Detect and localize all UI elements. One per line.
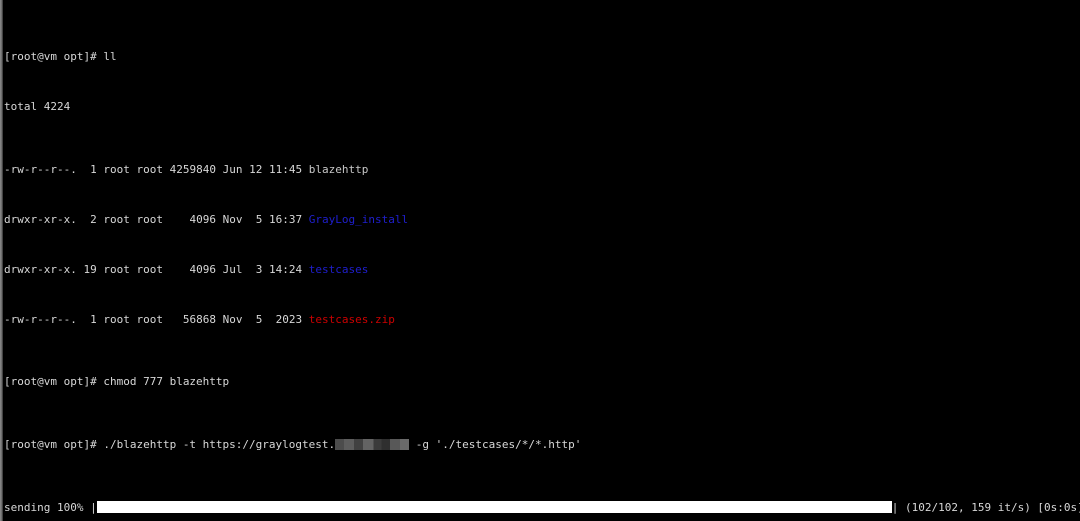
file-links: 1 [90, 312, 97, 326]
file-month: Nov [222, 312, 243, 326]
listing-total: total 4224 [4, 100, 71, 113]
shell-prompt: [root@vm opt]# [4, 375, 97, 388]
file-time: 14:24 [268, 262, 303, 276]
file-group: root [136, 162, 163, 176]
file-group: root [136, 212, 163, 226]
file-month: Jul [222, 262, 243, 276]
archive-name[interactable]: testcases.zip [309, 313, 395, 326]
file-day: 12 [249, 162, 263, 176]
command-text-chmod: chmod 777 blazehttp [103, 375, 230, 388]
list-item: -rw-r--r--. 1 root root 56868 Nov 5 2023… [4, 312, 1076, 327]
directory-name[interactable]: GrayLog_install [309, 213, 408, 226]
file-name: blazehttp [308, 162, 369, 176]
progress-label: sending 100% [4, 501, 84, 514]
file-size: 4259840 [169, 162, 216, 176]
file-owner: root [103, 262, 130, 276]
terminal-scrollbar[interactable] [0, 0, 3, 521]
command-line-blazehttp: [root@vm opt]# ./blazehttp -t https://gr… [4, 437, 1076, 452]
file-group: root [136, 312, 163, 326]
list-item: drwxr-xr-x. 19 root root 4096 Jul 3 14:2… [4, 262, 1076, 277]
command-line-chmod: [root@vm opt]# chmod 777 blazehttp [4, 375, 1076, 389]
command-text-blazehttp-suffix: -g './testcases/*/*.http' [409, 437, 582, 451]
file-group: root [136, 262, 163, 276]
shell-prompt: [root@vm opt]# [4, 437, 97, 451]
file-perms: -rw-r--r--. [4, 312, 77, 326]
file-size: 4096 [189, 212, 216, 226]
progress-bar-row: sending 100% | | (102/102, 159 it/s) [0s:… [4, 501, 1080, 514]
file-owner: root [103, 312, 130, 326]
file-links: 19 [83, 262, 97, 276]
command-text-ll: ll [103, 50, 117, 63]
file-owner: root [103, 212, 130, 226]
file-month: Jun [222, 162, 243, 176]
progress-counter: (102/102, 159 it/s) [0s:0s] [904, 501, 1080, 514]
file-time: 16:37 [268, 212, 303, 226]
directory-name[interactable]: testcases [309, 263, 369, 276]
file-size: 56868 [182, 312, 216, 326]
terminal-output: [root@vm opt]# ll total 4224 -rw-r--r--.… [4, 1, 1080, 521]
list-item: -rw-r--r--. 1 root root 4259840 Jun 12 1… [4, 162, 1076, 177]
file-time: 2023 [275, 312, 303, 326]
file-time: 11:45 [268, 162, 303, 176]
file-perms: -rw-r--r--. [4, 162, 77, 176]
file-owner: root [103, 162, 130, 176]
redacted-hostname-block [335, 438, 410, 450]
progress-bar-fill [96, 501, 892, 513]
shell-prompt: [root@vm opt]# [4, 50, 97, 63]
command-text-blazehttp: ./blazehttp -t https://graylogtest. [103, 437, 336, 451]
terminal-window[interactable]: [root@vm opt]# ll total 4224 -rw-r--r--.… [0, 0, 1080, 521]
file-perms: drwxr-xr-x. [4, 262, 77, 276]
file-links: 1 [90, 162, 97, 176]
file-month: Nov [222, 212, 243, 226]
file-size: 4096 [189, 262, 216, 276]
progress-bracket-open: | [90, 501, 97, 514]
file-links: 2 [90, 212, 97, 226]
command-line-ll: [root@vm opt]# ll [4, 50, 1076, 64]
list-item: drwxr-xr-x. 2 root root 4096 Nov 5 16:37… [4, 212, 1076, 227]
file-perms: drwxr-xr-x. [4, 212, 77, 226]
